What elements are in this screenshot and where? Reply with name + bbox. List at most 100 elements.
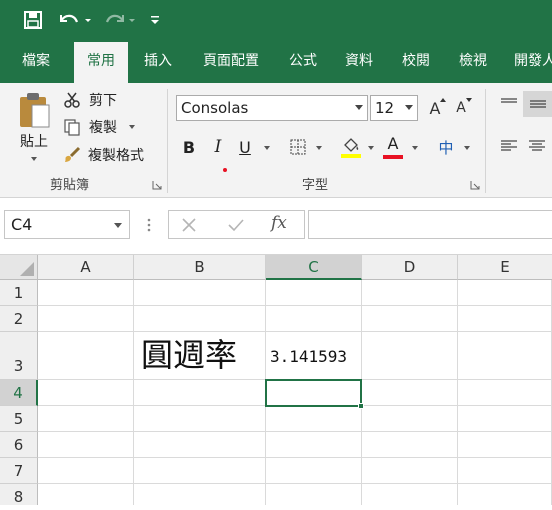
font-color-icon: A: [387, 133, 399, 153]
up-caret-icon: [440, 98, 446, 102]
dialog-launcher-icon[interactable]: [152, 180, 162, 190]
row-header-1[interactable]: 1: [0, 280, 38, 306]
redo-icon: [105, 14, 135, 23]
bold-button[interactable]: B: [178, 135, 200, 159]
tab-developer[interactable]: 開發人: [505, 40, 552, 83]
fill-color-bar: [341, 153, 361, 158]
tab-data[interactable]: 資料: [332, 40, 386, 83]
grid-line: [38, 431, 552, 432]
grip-dots-icon[interactable]: [146, 216, 152, 234]
chevron-down-icon[interactable]: [264, 146, 270, 150]
paste-label: 貼上: [20, 134, 48, 150]
row-header-5[interactable]: 5: [0, 406, 38, 432]
font-color-button[interactable]: A: [381, 133, 405, 161]
red-dot-indicator: [223, 168, 227, 172]
scissors-icon: [64, 92, 80, 108]
formula-buttons: fx: [168, 210, 305, 239]
row-header-8[interactable]: 8: [0, 484, 38, 506]
select-all-corner[interactable]: [0, 255, 38, 280]
align-top-icon: [501, 98, 517, 103]
name-box-value: C4: [11, 215, 33, 234]
tab-file[interactable]: 檔案: [0, 40, 72, 83]
paste-dropdown-arrow: [31, 157, 37, 161]
enter-check-icon[interactable]: [227, 217, 245, 233]
grid-line: [457, 280, 458, 505]
font-size-combo[interactable]: 12: [370, 95, 418, 121]
fill-handle[interactable]: [358, 403, 364, 409]
tab-formulas[interactable]: 公式: [276, 40, 330, 83]
insert-function-icon[interactable]: fx: [271, 213, 287, 233]
cut-label: 剪下: [89, 93, 117, 109]
underline-icon: U: [239, 137, 251, 157]
row-header-6[interactable]: 6: [0, 432, 38, 458]
group-separator: [167, 89, 168, 193]
align-middle-button[interactable]: [523, 91, 552, 117]
font-name-combo[interactable]: Consolas: [176, 95, 368, 121]
italic-button[interactable]: I: [207, 135, 229, 159]
clipboard-group-label: 剪貼簿: [50, 178, 90, 193]
tab-review[interactable]: 校閱: [389, 40, 443, 83]
font-size-value: 12: [375, 99, 395, 117]
save-button[interactable]: [20, 8, 46, 32]
grid-line: [38, 331, 552, 332]
chevron-down-icon[interactable]: [412, 146, 418, 150]
chevron-down-icon[interactable]: [316, 146, 322, 150]
chevron-down-icon[interactable]: [464, 146, 470, 150]
cancel-icon[interactable]: [181, 217, 197, 233]
column-header-b[interactable]: B: [134, 255, 266, 280]
column-header-d[interactable]: D: [362, 255, 458, 280]
ribbon-home: 貼上 剪下 複製 複製格式 剪貼簿 Consolas 12 A A B I U …: [0, 83, 552, 198]
italic-icon: I: [214, 137, 222, 157]
grow-font-button[interactable]: A: [424, 97, 446, 119]
cut-button[interactable]: 剪下: [63, 89, 148, 111]
align-center-icon: [529, 140, 545, 151]
undo-button[interactable]: [56, 8, 96, 32]
cell-b3[interactable]: 圓週率: [141, 334, 237, 376]
chevron-down-icon: [114, 223, 122, 228]
customize-qat-button[interactable]: [147, 8, 163, 32]
formula-bar: C4 fx: [0, 198, 552, 255]
grid-line: [38, 457, 552, 458]
name-box[interactable]: C4: [4, 210, 130, 239]
paste-button[interactable]: 貼上: [10, 89, 58, 171]
format-painter-label: 複製格式: [88, 148, 144, 164]
row-header-2[interactable]: 2: [0, 306, 38, 332]
row-header-7[interactable]: 7: [0, 458, 38, 484]
column-header-c[interactable]: C: [266, 255, 362, 280]
phonetic-guide-button[interactable]: 中: [434, 135, 458, 159]
tab-insert[interactable]: 插入: [131, 40, 185, 83]
borders-button[interactable]: [287, 135, 309, 159]
font-color-bar: [383, 154, 403, 159]
copy-button[interactable]: 複製: [63, 116, 148, 138]
ribbon-tabs: 檔案 常用 插入 頁面配置 公式 資料 校閱 檢視 開發人: [0, 40, 552, 83]
shrink-font-button[interactable]: A: [450, 97, 472, 119]
down-caret-icon: [466, 98, 472, 102]
align-left-button[interactable]: [497, 135, 521, 157]
dialog-launcher-icon[interactable]: [470, 180, 480, 190]
redo-button[interactable]: [100, 8, 140, 32]
align-top-button[interactable]: [497, 93, 521, 115]
format-painter-button[interactable]: 複製格式: [63, 144, 163, 166]
row-header-4[interactable]: 4: [0, 380, 38, 406]
cell-c3[interactable]: 3.141593: [270, 346, 347, 368]
tab-home[interactable]: 常用: [74, 42, 128, 83]
column-header-a[interactable]: A: [38, 255, 134, 280]
underline-button[interactable]: U: [234, 135, 256, 159]
formula-input[interactable]: [308, 210, 552, 239]
chevron-down-icon: [355, 105, 363, 110]
worksheet-grid[interactable]: 圓週率 3.141593: [38, 280, 552, 505]
tab-page-layout[interactable]: 頁面配置: [190, 40, 272, 83]
copy-icon: [64, 119, 80, 136]
active-cell-c4[interactable]: [265, 379, 362, 407]
chevron-down-icon[interactable]: [368, 146, 374, 150]
fill-color-button[interactable]: [339, 133, 363, 161]
customize-icon: [151, 16, 159, 24]
quick-access-toolbar: [0, 0, 552, 40]
clipboard-icon: [20, 93, 50, 128]
align-center-button[interactable]: [525, 135, 549, 157]
column-header-e[interactable]: E: [458, 255, 552, 280]
shrink-font-icon: A: [456, 100, 466, 116]
row-header-3[interactable]: 3: [0, 332, 38, 380]
paint-bucket-icon: [344, 137, 359, 152]
tab-view[interactable]: 檢視: [446, 40, 500, 83]
